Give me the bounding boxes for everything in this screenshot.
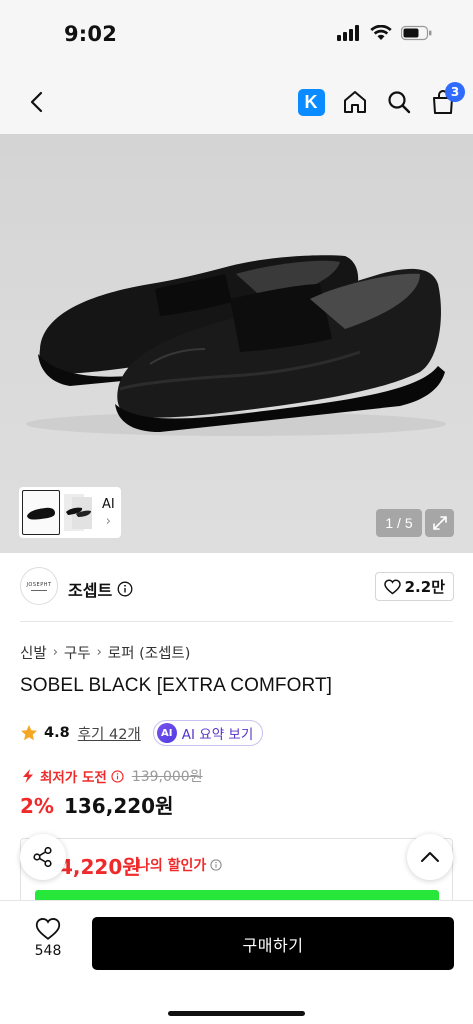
bottom-action-bar: 548 구매하기: [0, 900, 473, 1024]
rating-row: 4.8 후기 42개 AI AI 요약 보기: [20, 720, 264, 746]
brand-like-button[interactable]: 2.2만: [374, 572, 454, 601]
info-icon: [117, 581, 133, 597]
cart-count-badge: 3: [445, 82, 465, 102]
wishlist-count: 548: [34, 943, 62, 959]
thumbnail-current[interactable]: [22, 490, 60, 535]
star-icon: [21, 725, 37, 741]
loafer-thumbnail-icon: [27, 507, 55, 520]
sale-price: 136,220원: [63, 794, 174, 818]
product-image-gallery[interactable]: AI › 1 / 5: [0, 134, 473, 553]
expand-image-button[interactable]: [425, 509, 454, 537]
home-button[interactable]: [339, 84, 371, 120]
discount-rate: 2%: [20, 794, 54, 818]
my-deal-label: 나의 할인가: [137, 858, 207, 874]
search-button[interactable]: [383, 84, 415, 120]
chevron-right-icon: ›: [105, 513, 111, 529]
thumbnail-strip[interactable]: AI ›: [19, 487, 121, 538]
chevron-right-icon: ›: [96, 645, 102, 660]
battery-icon: [400, 25, 433, 45]
ai-badge-icon: AI: [156, 723, 177, 743]
my-deal-price: 4,220원: [59, 855, 141, 879]
divider: [20, 621, 453, 622]
product-title: SOBEL BLACK [EXTRA COMFORT]: [20, 675, 333, 696]
breadcrumb-item[interactable]: 구두: [64, 642, 91, 663]
original-price: 139,000원: [131, 769, 203, 785]
lowest-price-row: 최저가 도전 139,000원: [20, 766, 203, 786]
wishlist-button[interactable]: 548: [24, 917, 72, 959]
status-icons: [337, 24, 433, 45]
top-navigation: K 3: [0, 70, 473, 134]
back-button[interactable]: [18, 84, 54, 120]
k-logo-icon: K: [297, 88, 325, 116]
brand-logo-text: JOSEPHT: [26, 581, 52, 588]
status-time: 9:02: [64, 22, 118, 46]
price-row: 2% 136,220원: [20, 790, 173, 819]
info-icon: [111, 769, 124, 783]
k-app-button[interactable]: K: [295, 84, 327, 120]
home-icon: [344, 91, 366, 113]
brand-logo[interactable]: JOSEPHT: [20, 567, 58, 605]
thumbnail-ai[interactable]: AI ›: [102, 497, 115, 529]
ai-summary-button[interactable]: AI AI 요약 보기: [152, 720, 264, 746]
home-indicator: [168, 1011, 305, 1016]
expand-icon: [432, 516, 447, 530]
breadcrumb: 신발 › 구두 › 로퍼 (조셉트): [20, 642, 190, 663]
rating-value: 4.8: [44, 725, 70, 741]
my-deal-label-wrap: 나의 할인가: [137, 855, 222, 875]
chevron-up-icon: [421, 852, 439, 862]
breadcrumb-item[interactable]: 신발: [20, 642, 47, 663]
chevron-right-icon: ›: [52, 645, 58, 660]
buy-button[interactable]: 구매하기: [92, 917, 454, 970]
review-count-link[interactable]: 후기 42개: [78, 723, 141, 744]
status-bar: 9:02: [0, 0, 473, 70]
heart-icon: [35, 918, 61, 940]
ai-summary-label: AI 요약 보기: [181, 727, 254, 743]
thumbnail-stack[interactable]: [64, 490, 94, 535]
chevron-left-icon: [30, 91, 43, 113]
image-counter: 1 / 5: [376, 509, 422, 537]
scroll-top-button[interactable]: [407, 834, 453, 880]
lowest-price-label: 최저가 도전: [40, 770, 107, 786]
nav-actions: K 3: [295, 82, 465, 120]
info-icon: [210, 859, 222, 871]
share-button[interactable]: [20, 834, 66, 880]
signal-icon: [337, 25, 361, 45]
brand-like-count: 2.2만: [404, 578, 445, 596]
brand-row: JOSEPHT 조셉트 2.2만: [0, 553, 473, 621]
brand-name-link[interactable]: 조셉트: [68, 577, 133, 601]
thumbnail-ai-label: AI: [102, 496, 115, 512]
share-icon: [33, 846, 52, 868]
search-icon: [388, 91, 411, 114]
brand-name: 조셉트: [68, 581, 113, 600]
breadcrumb-item[interactable]: 로퍼 (조셉트): [108, 642, 191, 663]
lightning-icon: [23, 769, 33, 783]
cart-button[interactable]: 3: [427, 82, 465, 120]
heart-icon: [383, 579, 401, 594]
wifi-icon: [370, 24, 392, 45]
